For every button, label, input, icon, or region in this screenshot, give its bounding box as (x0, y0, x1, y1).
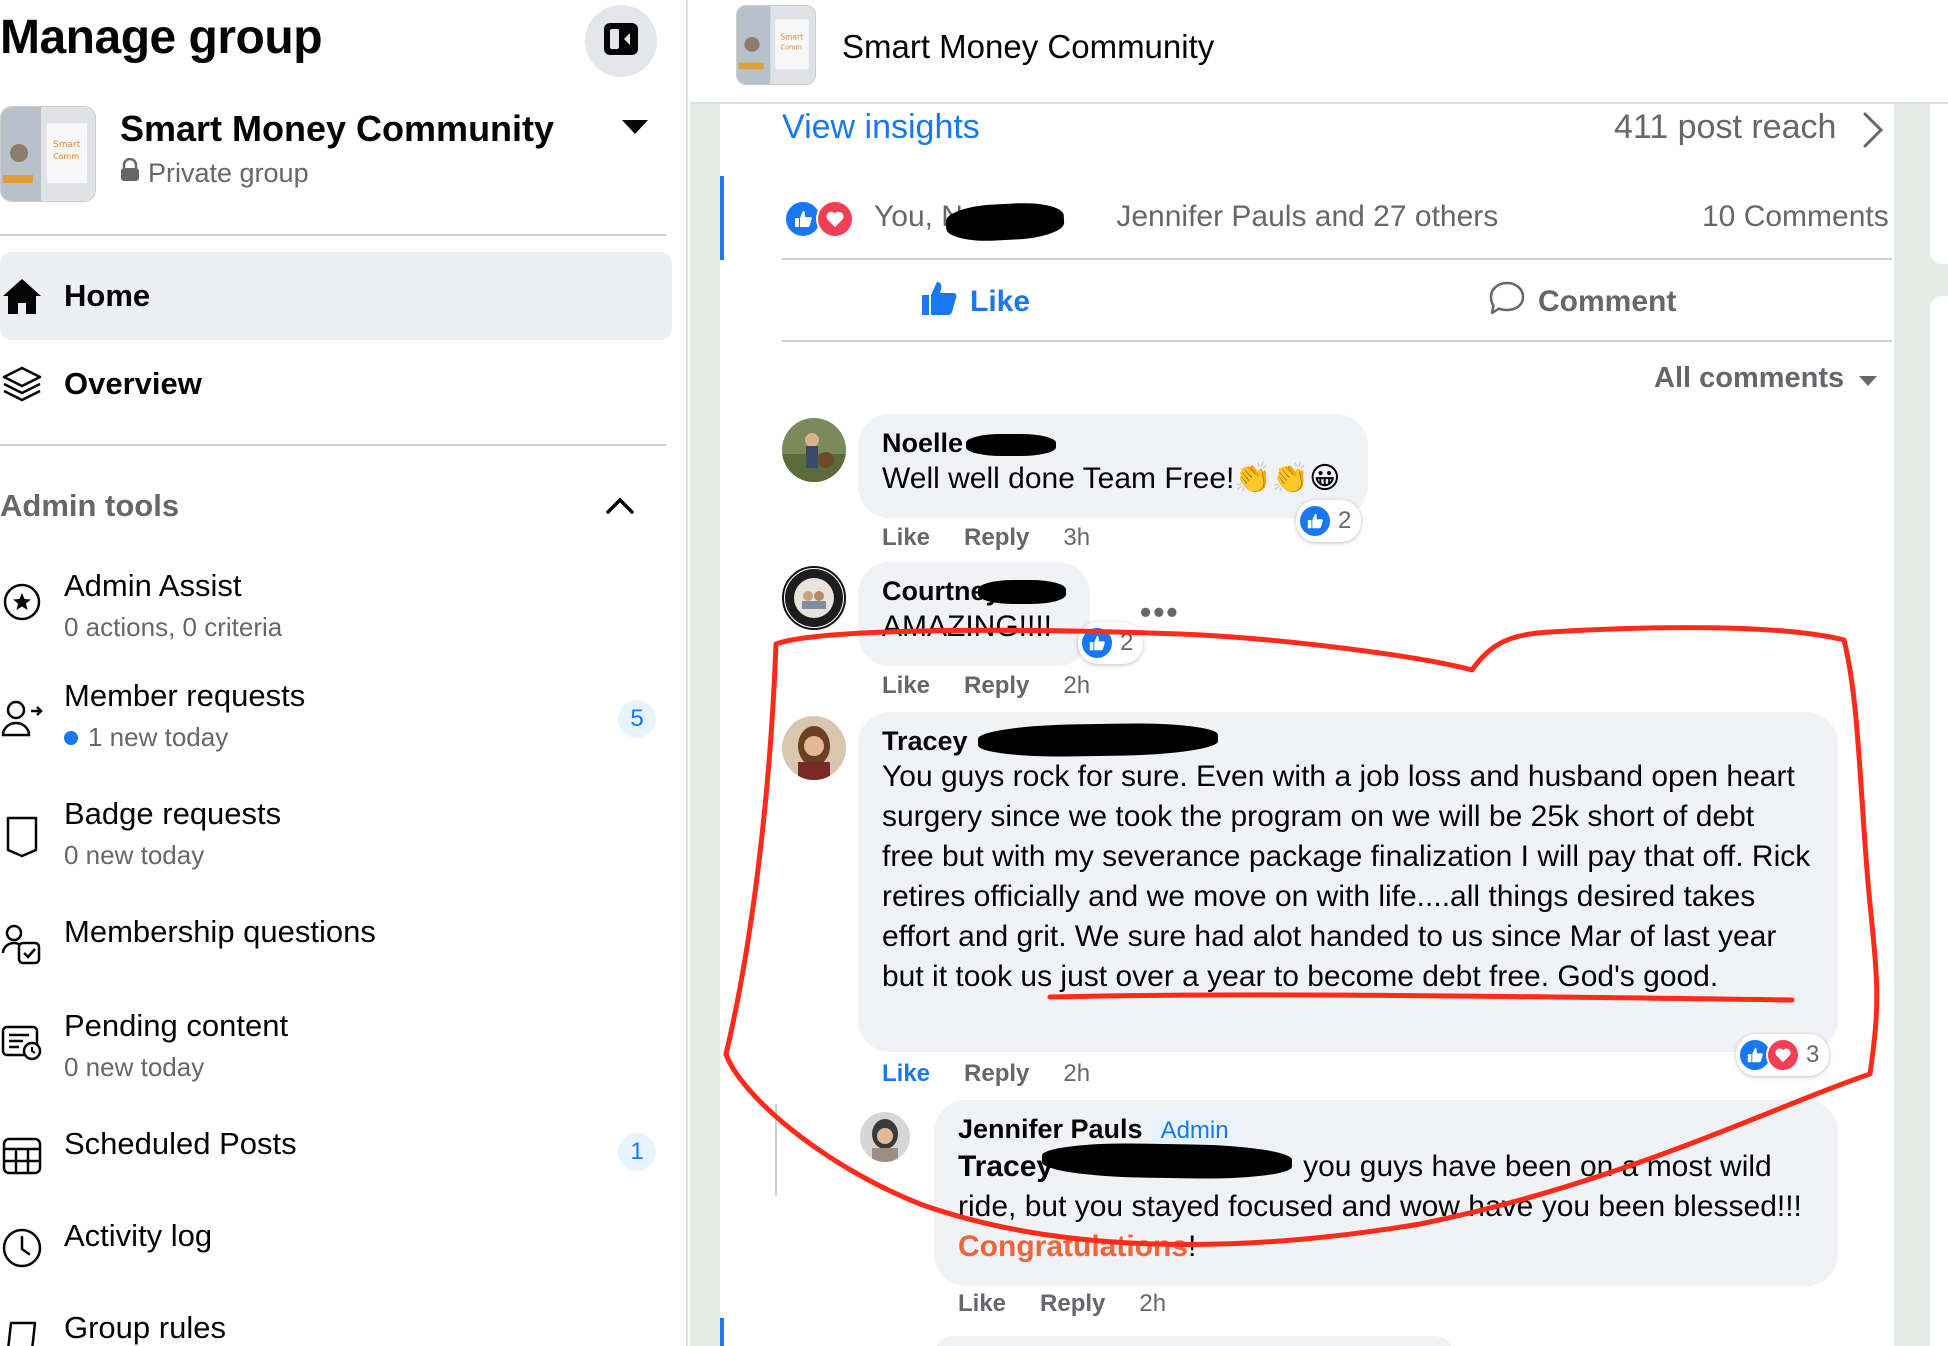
tool-label: Scheduled Posts (64, 1126, 297, 1161)
lock-icon (120, 157, 140, 189)
post-card: View insights 411 post reach You, Noelle… (720, 104, 1894, 1346)
tool-scheduled-posts[interactable]: Scheduled Posts (0, 1126, 672, 1186)
sidebar-toggle-icon (602, 20, 640, 63)
right-panel-edge (1930, 296, 1948, 1346)
group-header-bar: Smart Comm Smart Money Community (690, 0, 1948, 104)
svg-text:Smart: Smart (780, 32, 803, 41)
tool-sub: 0 actions, 0 criteria (64, 612, 283, 642)
layers-icon (0, 362, 44, 406)
tool-sub-text: 1 new today (88, 722, 229, 752)
member-requests-icon (0, 696, 44, 740)
tool-label: Admin Assist (64, 568, 242, 603)
pending-content-icon (0, 1020, 44, 1064)
badge-icon (0, 814, 44, 858)
tool-label: Member requests (64, 678, 306, 713)
tool-membership-questions[interactable]: Membership questions (0, 914, 672, 974)
sidebar-group-name[interactable]: Smart Money Community (120, 108, 554, 150)
tool-label: Pending content (64, 1008, 289, 1043)
accent-bar (720, 176, 724, 260)
tool-label: Badge requests (64, 796, 282, 831)
red-annotation (723, 625, 1880, 1247)
admin-assist-icon (0, 580, 44, 624)
tool-admin-assist[interactable]: Admin Assist 0 actions, 0 criteria (0, 568, 672, 648)
group-cover-thumbnail[interactable]: Smart Comm (736, 5, 816, 85)
group-switcher-caret-icon[interactable] (622, 120, 648, 134)
tool-sub: 0 new today (64, 1052, 205, 1082)
chevron-up-icon[interactable] (605, 495, 635, 520)
tool-activity-log[interactable]: Activity log (0, 1218, 672, 1278)
scheduled-posts-count-badge: 1 (618, 1133, 656, 1171)
new-indicator-dot (64, 730, 78, 745)
clock-icon (0, 1226, 44, 1270)
svg-text:Comm: Comm (780, 43, 802, 51)
divider (0, 234, 666, 236)
admin-tools-heading: Admin tools (0, 488, 180, 523)
collapse-sidebar-button[interactable] (585, 5, 657, 77)
tool-sub: 0 new today (64, 840, 205, 870)
feed-margin (690, 104, 720, 1346)
tool-badge-requests[interactable]: Badge requests 0 new today (0, 796, 672, 876)
tool-label: Membership questions (64, 914, 376, 949)
member-requests-count-badge: 5 (618, 700, 656, 738)
divider (0, 444, 666, 446)
tool-group-rules[interactable]: Group rules (0, 1310, 672, 1346)
header-group-name[interactable]: Smart Money Community (842, 28, 1214, 66)
svg-text:Smart: Smart (53, 140, 81, 150)
sidebar-title: Manage group (0, 11, 323, 64)
accent-bar (720, 1318, 724, 1346)
nav-label: Home (64, 278, 151, 313)
calendar-icon (0, 1134, 44, 1178)
nav-label: Overview (64, 366, 202, 401)
tool-label: Group rules (64, 1310, 226, 1345)
group-feed: Smart Comm Smart Money Community View ins… (690, 0, 1948, 1346)
group-cover-thumbnail[interactable]: Smart Comm (0, 106, 96, 202)
privacy-label: Private group (120, 157, 309, 189)
tool-sub: 1 new today (64, 722, 228, 753)
nav-overview[interactable]: Overview (0, 340, 672, 428)
nav-home[interactable]: Home (0, 252, 672, 340)
home-icon (0, 274, 44, 318)
tool-label: Activity log (64, 1218, 213, 1253)
rules-icon (0, 1318, 44, 1346)
svg-text:Comm: Comm (53, 152, 79, 161)
privacy-text: Private group (148, 158, 309, 188)
manage-group-sidebar: Manage group Smart Comm Smart Money Commu… (0, 0, 688, 1346)
tool-pending-content[interactable]: Pending content 0 new today (0, 1008, 672, 1088)
tool-member-requests[interactable]: Member requests 1 new today (0, 678, 672, 758)
right-panel-edge (1930, 104, 1948, 264)
questions-icon (0, 922, 44, 966)
